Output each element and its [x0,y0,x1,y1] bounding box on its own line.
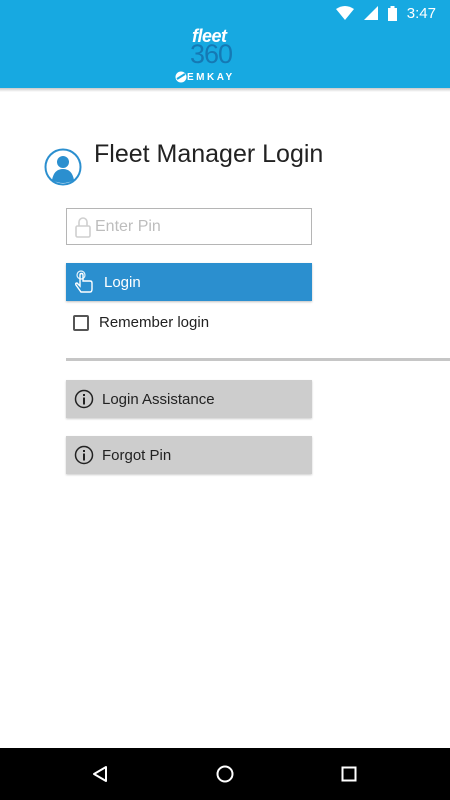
login-assistance-button[interactable]: Login Assistance [66,380,312,418]
info-icon [74,445,94,465]
forgot-pin-button[interactable]: Forgot Pin [66,436,312,474]
touch-hand-icon [74,270,96,294]
battery-icon [387,5,397,21]
status-bar: 3:47 [0,0,450,26]
fleet360-emkay-logo: fleet 360 EMKAY [173,27,278,86]
divider [66,358,450,361]
home-icon[interactable] [213,762,237,786]
logo-360-text: 360 [190,39,233,69]
remember-login-row[interactable]: Remember login [73,314,209,331]
status-time: 3:47 [406,4,436,22]
login-button[interactable]: Login [66,263,312,301]
remember-login-label: Remember login [99,314,210,331]
login-button-label: Login [104,273,141,291]
remember-login-checkbox[interactable] [73,314,89,331]
info-icon [74,389,94,409]
header-shadow [0,88,450,92]
user-avatar-icon [44,148,82,186]
emkay-mark-icon [175,71,187,83]
pin-field[interactable] [66,208,312,245]
forgot-pin-label: Forgot Pin [102,446,172,464]
pin-input[interactable] [95,217,295,236]
system-nav-bar [0,748,450,800]
login-assistance-label: Login Assistance [102,390,215,408]
back-icon[interactable] [88,762,112,786]
page-title: Fleet Manager Login [94,140,324,168]
cell-signal-icon [363,6,378,20]
wifi-icon [335,6,354,20]
lock-icon [75,216,91,238]
logo-emkay-text: EMKAY [187,72,235,83]
recent-apps-icon[interactable] [337,762,361,786]
